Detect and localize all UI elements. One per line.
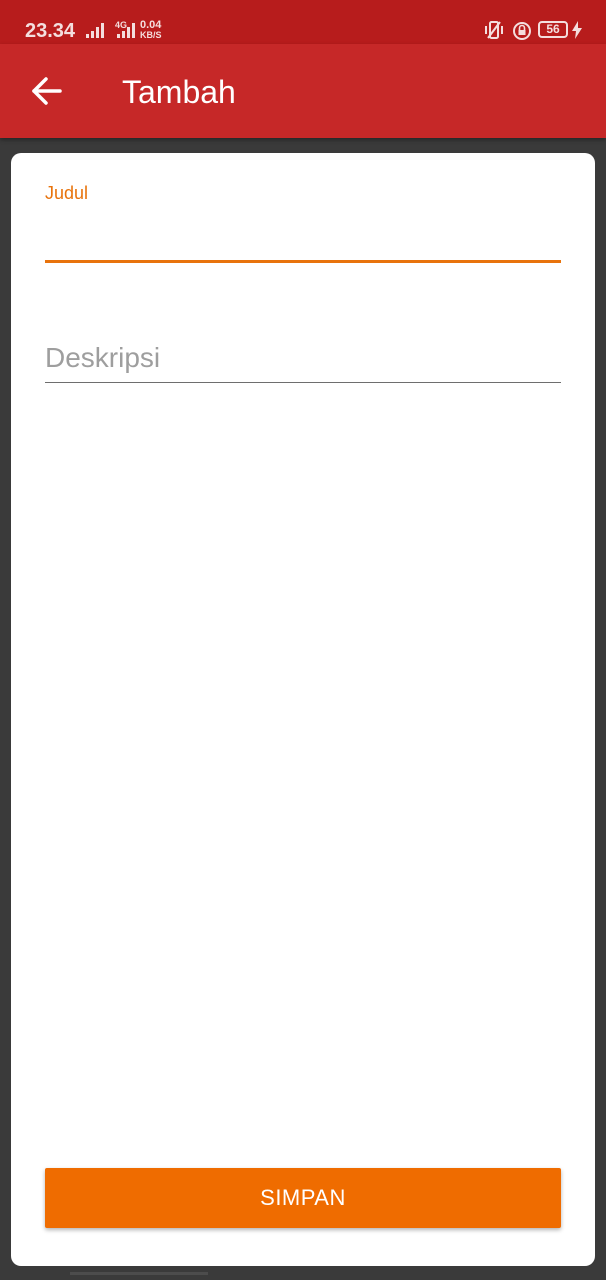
status-bar: 23.34 4G 0.04 KB/S 56 (0, 0, 606, 44)
deskripsi-underline (45, 382, 561, 383)
charging-icon (572, 21, 582, 44)
status-time: 23.34 (25, 20, 76, 42)
save-button[interactable]: SIMPAN (45, 1168, 561, 1228)
rotation-lock-icon (512, 21, 532, 46)
battery-icon: 56 (538, 21, 568, 38)
form-card: Judul SIMPAN (11, 153, 595, 1266)
signal-icon (86, 22, 106, 43)
battery-level: 56 (546, 22, 560, 36)
judul-underline (45, 260, 561, 263)
speed-unit: KB/S (140, 30, 162, 40)
page-title: Tambah (122, 74, 236, 110)
arrow-left-icon (32, 77, 62, 105)
deskripsi-input[interactable] (45, 337, 561, 379)
network-speed: 0.04 KB/S (140, 20, 162, 41)
app-bar: Tambah (0, 44, 606, 138)
judul-input[interactable] (45, 213, 561, 257)
judul-label: Judul (45, 183, 89, 203)
signal-4g-icon (117, 22, 137, 43)
vibrate-icon (482, 20, 506, 45)
bottom-edge-shadow (70, 1272, 208, 1275)
back-button[interactable] (22, 66, 72, 116)
